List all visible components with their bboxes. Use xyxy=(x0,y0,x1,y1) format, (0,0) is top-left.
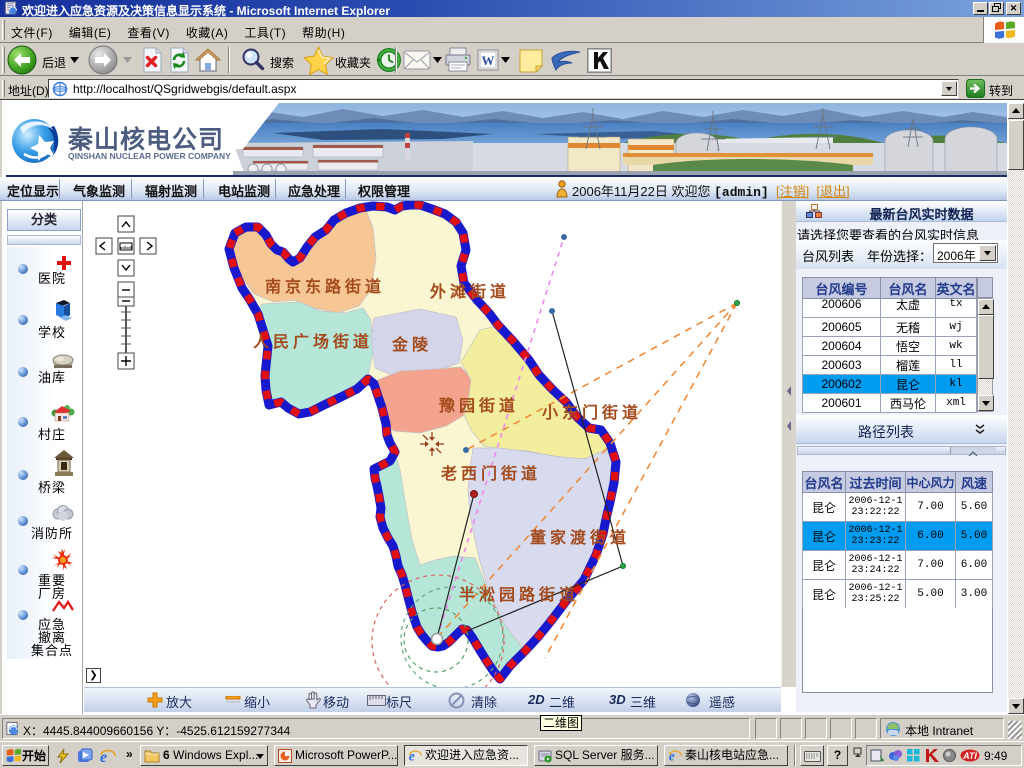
svg-text:金陵: 金陵 xyxy=(391,335,432,354)
svg-text:ATI: ATI xyxy=(962,751,977,761)
svg-text:外滩街道: 外滩街道 xyxy=(429,282,510,301)
svg-text:W: W xyxy=(482,53,495,68)
svg-text:董家渡街道: 董家渡街道 xyxy=(530,528,630,547)
svg-text:豫园街道: 豫园街道 xyxy=(439,396,519,415)
svg-text:人民广场街道: 人民广场街道 xyxy=(253,332,373,351)
svg-text:半淞园路街道: 半淞园路街道 xyxy=(459,585,579,604)
svg-text:老西门街道: 老西门街道 xyxy=(440,464,541,483)
svg-text:南京东路街道: 南京东路街道 xyxy=(265,277,385,296)
svg-text:小东门街道: 小东门街道 xyxy=(542,403,642,422)
